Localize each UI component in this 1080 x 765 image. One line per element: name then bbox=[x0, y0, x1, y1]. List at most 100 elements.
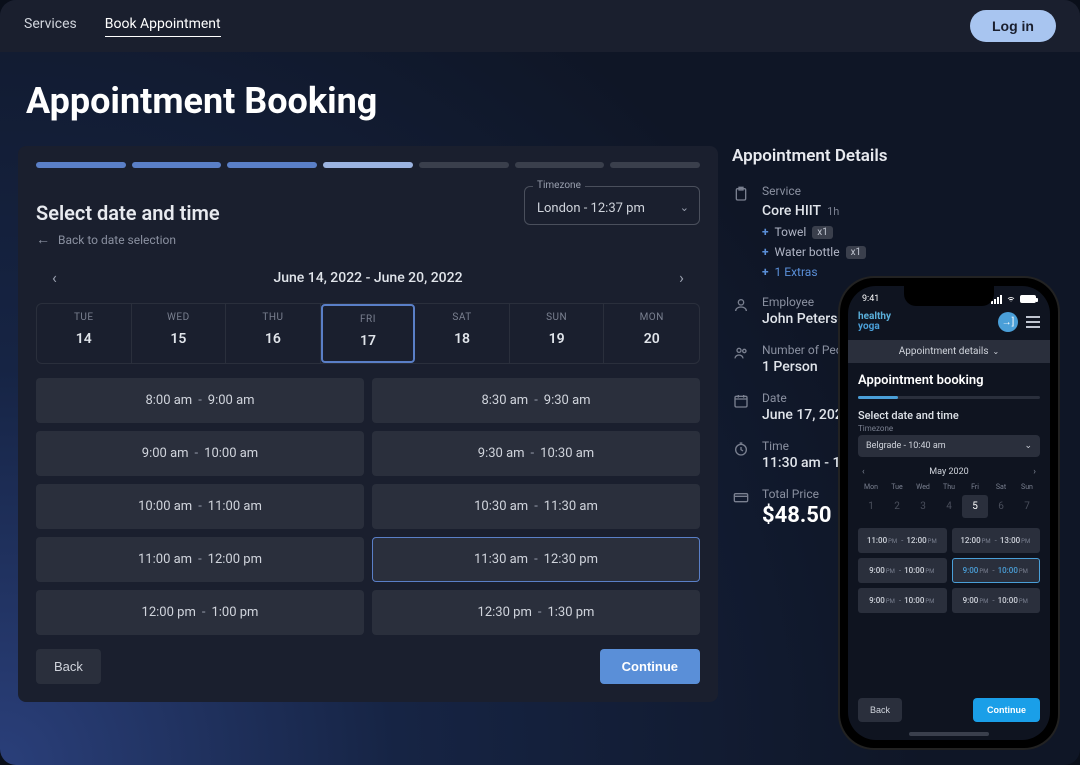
back-to-date-link[interactable]: ← Back to date selection bbox=[36, 231, 700, 248]
people-icon bbox=[732, 343, 750, 375]
day-number: 18 bbox=[454, 331, 470, 347]
employee-icon bbox=[732, 295, 750, 327]
section-heading: Select date and time bbox=[36, 201, 220, 225]
mobile-details-toggle[interactable]: Appointment details⌄ bbox=[848, 340, 1050, 363]
wifi-icon bbox=[1006, 295, 1016, 303]
day-number: 19 bbox=[549, 331, 565, 347]
day-of-week: FRI bbox=[360, 314, 376, 325]
day-cell[interactable]: TUE14 bbox=[37, 304, 132, 363]
time-slot[interactable]: 8:30 am-9:30 am bbox=[372, 378, 700, 423]
hamburger-menu-icon[interactable] bbox=[1026, 316, 1040, 328]
login-button[interactable]: Log in bbox=[970, 10, 1056, 42]
mobile-dow: Fri bbox=[962, 483, 988, 495]
service-extra: +Water bottlex1 bbox=[762, 245, 1062, 259]
calendar-icon bbox=[732, 391, 750, 423]
mobile-month-label: May 2020 bbox=[929, 467, 968, 477]
time-slot[interactable]: 9:30 am-10:30 am bbox=[372, 431, 700, 476]
extras-more-link[interactable]: +1 Extras bbox=[762, 265, 1062, 279]
day-number: 20 bbox=[644, 331, 660, 347]
battery-icon bbox=[1020, 295, 1036, 303]
clock-icon bbox=[732, 439, 750, 471]
day-number: 15 bbox=[170, 331, 186, 347]
day-of-week: SUN bbox=[546, 312, 567, 323]
prev-week-button[interactable]: ‹ bbox=[44, 264, 65, 291]
arrow-left-icon: ← bbox=[36, 231, 50, 248]
mobile-continue-button[interactable]: Continue bbox=[973, 698, 1040, 722]
days-grid: TUE14WED15 THU 16 FRI 17 SAT 18 SUN 19 MON20 bbox=[36, 303, 700, 364]
mobile-date-cell[interactable]: 4 bbox=[936, 495, 962, 518]
mobile-progress bbox=[858, 396, 1040, 399]
mobile-back-button[interactable]: Back bbox=[858, 698, 902, 722]
time-slot[interactable]: 12:30 pm-1:30 pm bbox=[372, 590, 700, 635]
quantity-badge: x1 bbox=[846, 246, 867, 259]
mobile-time-slot[interactable]: 9:00PM-10:00PM bbox=[952, 588, 1041, 613]
phone-clock: 9:41 bbox=[862, 294, 879, 304]
mobile-date-cell[interactable]: 7 bbox=[1014, 495, 1040, 518]
day-number: 17 bbox=[360, 333, 376, 349]
day-cell[interactable]: SAT 18 bbox=[415, 304, 510, 363]
mobile-date-cell[interactable]: 5 bbox=[962, 495, 988, 518]
day-cell[interactable]: SUN 19 bbox=[510, 304, 605, 363]
mobile-preview: 9:41 healthyyoga →] Appointment details⌄ bbox=[840, 278, 1058, 748]
mobile-date-cell[interactable]: 3 bbox=[910, 495, 936, 518]
login-avatar-icon[interactable]: →] bbox=[998, 312, 1018, 332]
next-week-button[interactable]: › bbox=[671, 264, 692, 291]
day-cell[interactable]: THU 16 bbox=[226, 304, 321, 363]
day-of-week: SAT bbox=[452, 312, 471, 323]
day-cell[interactable]: MON20 bbox=[604, 304, 699, 363]
mobile-date-cell[interactable]: 1 bbox=[858, 495, 884, 518]
mobile-time-slot[interactable]: 12:00PM-13:00PM bbox=[952, 528, 1041, 553]
time-slot[interactable]: 10:30 am-11:30 am bbox=[372, 484, 700, 529]
nav-book-appointment[interactable]: Book Appointment bbox=[105, 16, 221, 37]
time-slot[interactable]: 10:00 am-11:00 am bbox=[36, 484, 364, 529]
back-button[interactable]: Back bbox=[36, 649, 101, 684]
mobile-dow: Sun bbox=[1014, 483, 1040, 495]
timezone-value: London - 12:37 pm bbox=[537, 201, 645, 216]
day-number: 14 bbox=[76, 331, 92, 347]
chevron-down-icon: ⌄ bbox=[993, 347, 1000, 356]
mobile-timezone-select[interactable]: Belgrade - 10:40 am⌄ bbox=[858, 435, 1040, 457]
mobile-dow: Thu bbox=[936, 483, 962, 495]
day-number: 16 bbox=[265, 331, 281, 347]
chevron-down-icon: ⌄ bbox=[680, 201, 689, 214]
mobile-time-slot[interactable]: 9:00PM-10:00PM bbox=[858, 558, 947, 583]
mobile-section-heading: Select date and time bbox=[858, 409, 1040, 422]
price-icon bbox=[732, 487, 750, 528]
plus-icon: + bbox=[762, 225, 769, 239]
mobile-date-cell[interactable]: 2 bbox=[884, 495, 910, 518]
mobile-time-slot[interactable]: 9:00PM-10:00PM bbox=[952, 558, 1041, 583]
timezone-label: Timezone bbox=[533, 180, 585, 191]
service-duration: 1h bbox=[827, 205, 839, 218]
service-icon bbox=[732, 184, 750, 279]
mobile-date-cell[interactable]: 6 bbox=[988, 495, 1014, 518]
top-nav: Services Book Appointment Log in bbox=[0, 0, 1080, 52]
details-title: Appointment Details bbox=[732, 146, 1062, 166]
day-cell[interactable]: FRI 17 bbox=[321, 304, 416, 363]
day-cell[interactable]: WED15 bbox=[132, 304, 227, 363]
mobile-tz-label: Timezone bbox=[858, 424, 1040, 433]
quantity-badge: x1 bbox=[812, 226, 833, 239]
mobile-next-month[interactable]: › bbox=[1033, 467, 1036, 477]
continue-button[interactable]: Continue bbox=[600, 649, 700, 684]
time-slot[interactable]: 9:00 am-10:00 am bbox=[36, 431, 364, 476]
mobile-time-slot[interactable]: 9:00PM-10:00PM bbox=[858, 588, 947, 613]
time-slot[interactable]: 8:00 am-9:00 am bbox=[36, 378, 364, 423]
mobile-dow: Mon bbox=[858, 483, 884, 495]
progress-stepper bbox=[36, 162, 700, 168]
time-slots-grid: 8:00 am-9:00 am8:30 am-9:30 am9:00 am-10… bbox=[36, 378, 700, 635]
mobile-dow: Wed bbox=[910, 483, 936, 495]
mobile-prev-month[interactable]: ‹ bbox=[862, 467, 865, 477]
day-of-week: THU bbox=[262, 312, 283, 323]
nav-services[interactable]: Services bbox=[24, 16, 77, 37]
time-slot[interactable]: 11:30 am-12:30 pm bbox=[372, 537, 700, 582]
booking-panel: Select date and time Timezone London - 1… bbox=[18, 146, 718, 702]
plus-icon: + bbox=[762, 245, 769, 259]
date-range: June 14, 2022 - June 20, 2022 bbox=[273, 270, 462, 286]
time-slot[interactable]: 12:00 pm-1:00 pm bbox=[36, 590, 364, 635]
timezone-select[interactable]: Timezone London - 12:37 pm ⌄ bbox=[524, 186, 700, 225]
time-slot[interactable]: 11:00 am-12:00 pm bbox=[36, 537, 364, 582]
service-label: Service bbox=[762, 184, 1062, 198]
chevron-down-icon: ⌄ bbox=[1024, 441, 1032, 451]
mobile-page-title: Appointment booking bbox=[858, 373, 1040, 388]
mobile-time-slot[interactable]: 11:00PM-12:00PM bbox=[858, 528, 947, 553]
